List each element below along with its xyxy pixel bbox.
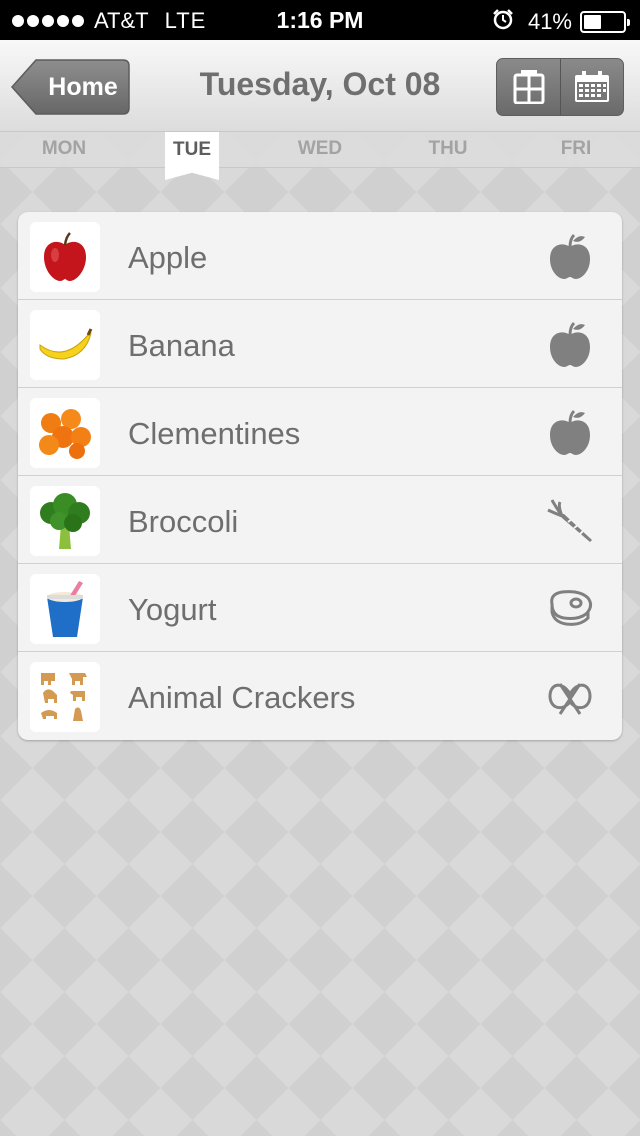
carrier-name: AT&T (94, 8, 149, 33)
day-tab-wed[interactable]: WED (270, 138, 370, 160)
fruit-icon (550, 321, 590, 367)
food-name: Broccoli (128, 504, 239, 539)
signal-strength-icon (12, 15, 84, 27)
status-right: 41% (492, 8, 630, 36)
weekday-selector: MON TUE WED THU FRI (0, 132, 640, 180)
food-name: Animal Crackers (128, 680, 356, 715)
battery-icon (580, 11, 630, 33)
calendar-view-button[interactable] (560, 59, 623, 115)
page-title: Tuesday, Oct 08 (199, 66, 441, 102)
apple-thumbnail (30, 222, 100, 292)
list-item-broccoli[interactable]: Broccoli (18, 476, 622, 564)
animal-crackers-thumbnail (30, 662, 100, 732)
food-list: Apple Banana Clementines Broccoli Yogurt… (18, 212, 622, 740)
broccoli-thumbnail (30, 486, 100, 556)
clementines-thumbnail (30, 398, 100, 468)
day-tab-mon[interactable]: MON (14, 138, 114, 160)
status-bar: AT&T LTE 1:16 PM 41% (0, 0, 640, 40)
battery-level (584, 15, 602, 29)
food-name: Yogurt (128, 592, 217, 627)
vegetable-icon (547, 499, 592, 542)
fruit-icon (550, 409, 590, 455)
food-name: Banana (128, 328, 235, 363)
list-item-banana[interactable]: Banana (18, 300, 622, 388)
grain-icon (548, 683, 592, 715)
day-tab-thu[interactable]: THU (398, 138, 498, 160)
battery-percentage: 41% (527, 9, 572, 34)
list-item-animal-crackers[interactable]: Animal Crackers (18, 652, 622, 740)
network-type: LTE (164, 8, 207, 33)
grid-view-icon (513, 70, 544, 104)
list-item-yogurt[interactable]: Yogurt (18, 564, 622, 652)
calendar-icon (575, 71, 609, 102)
navigation-bar: Home Tuesday, Oct 08 (0, 40, 640, 132)
day-tab-fri[interactable]: FRI (526, 138, 626, 160)
protein-icon (550, 590, 593, 626)
home-back-button[interactable]: Home (10, 58, 131, 116)
fruit-icon (550, 233, 590, 279)
food-name: Clementines (128, 416, 301, 451)
yogurt-thumbnail (30, 574, 100, 644)
alarm-clock-icon (492, 8, 514, 36)
view-toggle (496, 58, 624, 116)
day-tab-tue[interactable]: TUE (165, 132, 219, 180)
grid-view-button[interactable] (497, 59, 560, 115)
list-item-apple[interactable]: Apple (18, 212, 622, 300)
status-left: AT&T LTE (12, 8, 206, 34)
list-item-clementines[interactable]: Clementines (18, 388, 622, 476)
home-label: Home (48, 73, 118, 101)
banana-thumbnail (30, 310, 100, 380)
food-name: Apple (128, 240, 208, 275)
